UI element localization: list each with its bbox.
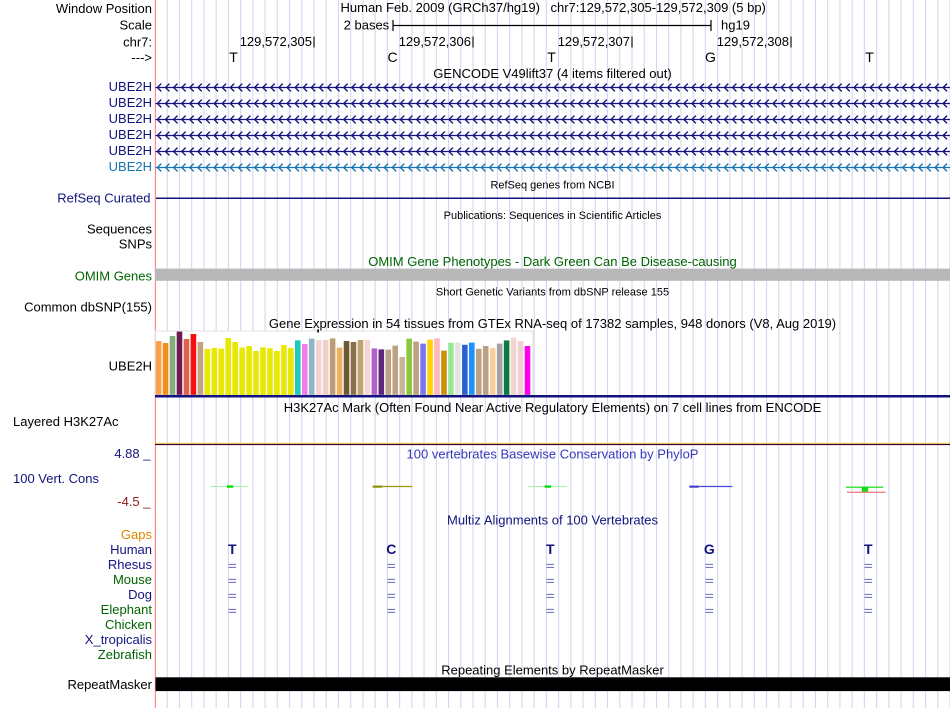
svg-text:Gene Expression in 54 tissues: Gene Expression in 54 tissues from GTEx … [269,316,836,331]
svg-text:UBE2H: UBE2H [109,159,152,174]
svg-text:129,572,308: 129,572,308 [717,34,789,49]
svg-text:129,572,307: 129,572,307 [558,34,630,49]
svg-text:4.88 _: 4.88 _ [114,446,151,461]
svg-text:Multiz Alignments of 100 Verte: Multiz Alignments of 100 Vertebrates [447,513,659,528]
svg-text:RefSeq Curated: RefSeq Curated [57,191,150,206]
svg-text:100 vertebrates Basewise Conse: 100 vertebrates Basewise Conservation by… [407,447,699,462]
svg-text:Scale: Scale [119,18,152,33]
svg-text:RefSeq genes from NCBI: RefSeq genes from NCBI [490,180,614,192]
svg-text:T: T [228,541,237,557]
svg-text:Short Genetic Variants from db: Short Genetic Variants from dbSNP releas… [436,287,669,299]
svg-text:T: T [547,49,556,65]
svg-text:Window Position: Window Position [56,1,152,16]
svg-text:OMIM Genes: OMIM Genes [75,269,153,284]
svg-text:Layered H3K27Ac: Layered H3K27Ac [13,414,119,429]
svg-text:UBE2H: UBE2H [109,127,152,142]
svg-text:Human Feb. 2009 (GRCh37/hg19): Human Feb. 2009 (GRCh37/hg19) [341,0,540,15]
svg-text:UBE2H: UBE2H [109,359,152,374]
svg-text:G: G [704,541,715,557]
svg-text:100 Vert. Cons: 100 Vert. Cons [13,471,99,486]
svg-text:C: C [387,49,397,65]
svg-text:Rhesus: Rhesus [108,557,153,572]
svg-text:Gaps: Gaps [121,527,153,542]
svg-text:129,572,305: 129,572,305 [240,34,312,49]
svg-text:Zebrafish: Zebrafish [98,647,152,662]
svg-text:-4.5 _: -4.5 _ [117,494,151,509]
svg-text:T: T [864,541,873,557]
svg-text:Chicken: Chicken [105,617,152,632]
svg-text:SNPs: SNPs [119,237,153,252]
svg-text:RepeatMasker: RepeatMasker [67,677,152,692]
svg-text:Publications: Sequences in Sci: Publications: Sequences in Scientific Ar… [444,210,662,222]
svg-text:T: T [546,541,555,557]
svg-text:UBE2H: UBE2H [109,95,152,110]
svg-text:G: G [705,49,716,65]
svg-text:T: T [229,49,238,65]
svg-text:--->: ---> [131,50,152,65]
svg-text:chr7:: chr7: [123,35,152,50]
svg-text:UBE2H: UBE2H [109,111,152,126]
svg-text:Human: Human [110,542,152,557]
svg-text:Repeating Elements by RepeatMa: Repeating Elements by RepeatMasker [441,663,664,678]
svg-text:Elephant: Elephant [101,602,153,617]
svg-text:Dog: Dog [128,587,152,602]
svg-text:hg19: hg19 [721,18,750,33]
svg-text:OMIM Gene Phenotypes - Dark Gr: OMIM Gene Phenotypes - Dark Green Can Be… [368,254,737,269]
svg-text:GENCODE V49lift37 (4 items fil: GENCODE V49lift37 (4 items filtered out) [433,66,671,81]
svg-text:T: T [865,49,874,65]
svg-text:Mouse: Mouse [113,572,152,587]
svg-text:chr7:129,572,305-129,572,309 (: chr7:129,572,305-129,572,309 (5 bp) [551,0,766,15]
svg-text:C: C [386,541,396,557]
svg-text:UBE2H: UBE2H [109,79,152,94]
svg-text:129,572,306: 129,572,306 [399,34,471,49]
svg-text:Sequences: Sequences [87,222,153,237]
svg-text:UBE2H: UBE2H [109,143,152,158]
svg-text:X_tropicalis: X_tropicalis [85,632,153,647]
svg-text:Common dbSNP(155): Common dbSNP(155) [24,300,152,315]
svg-text:2 bases: 2 bases [344,18,390,33]
svg-text:H3K27Ac Mark (Often Found Near: H3K27Ac Mark (Often Found Near Active Re… [284,400,822,415]
